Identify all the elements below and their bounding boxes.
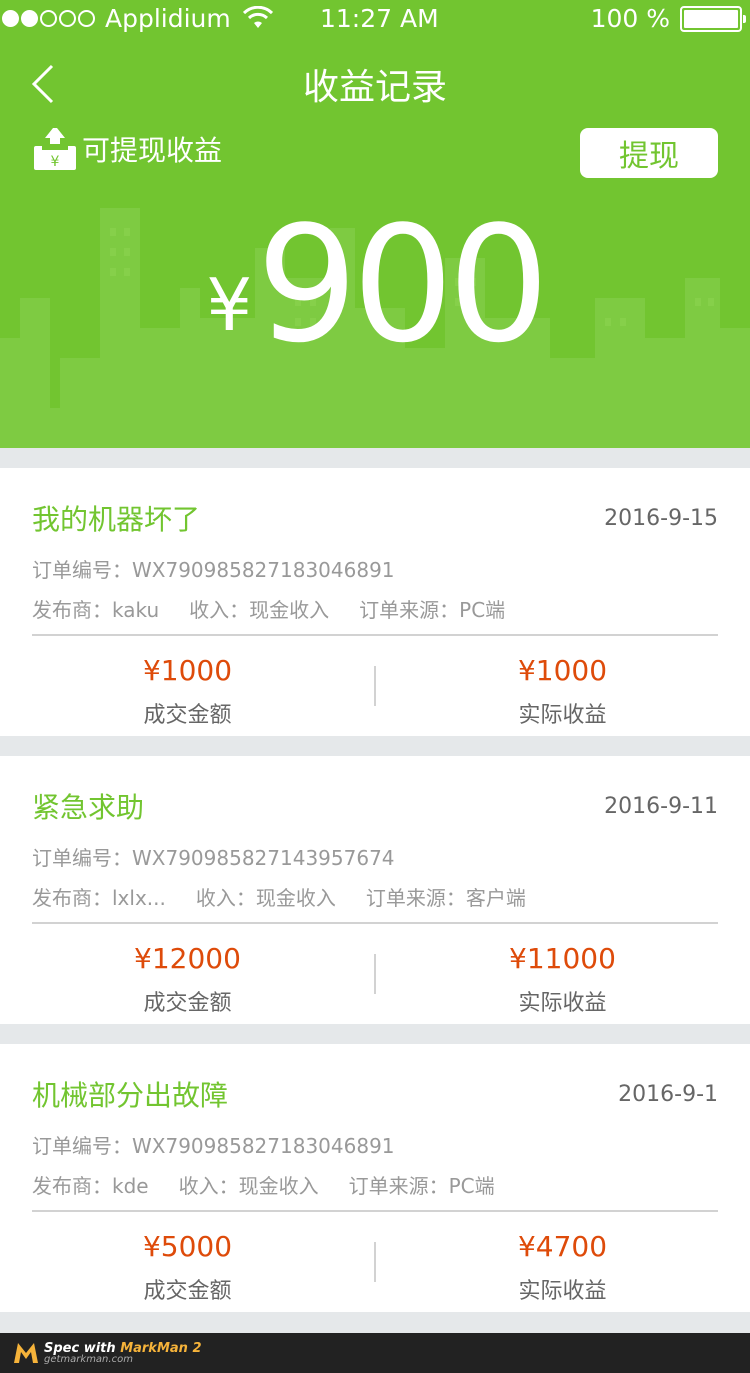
actual-amount-block: ¥4700 实际收益 [375, 1230, 750, 1305]
markman-logo-icon [14, 1343, 38, 1363]
balance-value: 900 [256, 191, 549, 378]
withdrawable-label: 可提现收益 [82, 134, 223, 167]
record-publisher: 发布商：kde [32, 1174, 149, 1198]
deal-amount: ¥5000 [142, 1230, 233, 1263]
record-income-type: 收入：现金收入 [189, 598, 330, 622]
svg-text:¥: ¥ [51, 154, 60, 170]
record-source: 订单来源：客户端 [365, 886, 526, 910]
record-publisher: 发布商：kaku [32, 598, 160, 622]
status-time: 11:27 AM [320, 4, 439, 33]
actual-label: 实际收益 [518, 1279, 607, 1304]
record-order-number: 订单编号：WX790985827183046891 [32, 558, 395, 582]
deal-amount: ¥1000 [142, 654, 233, 687]
record-date: 2016-9-11 [604, 794, 718, 819]
battery-group: 100 % [590, 4, 746, 33]
divider [32, 1210, 718, 1212]
carrier-group: Applidium [2, 4, 231, 33]
record-income-type: 收入：现金收入 [178, 1174, 319, 1198]
record-date: 2016-9-15 [604, 506, 718, 531]
battery-percent: 100 % [590, 4, 670, 33]
wifi-icon [243, 6, 273, 28]
record-meta: 发布商：lxlx... 收入：现金收入 订单来源：客户端 [32, 882, 526, 911]
record-card[interactable]: 紧急求助 2016-9-11 订单编号：WX790985827143957674… [0, 756, 750, 1024]
page-title: 收益记录 [302, 67, 447, 108]
record-date: 2016-9-1 [618, 1082, 718, 1107]
signal-dots-icon [2, 10, 95, 27]
withdraw-button[interactable]: 提现 [580, 128, 718, 178]
deal-amount-block: ¥12000 成交金额 [0, 942, 375, 1017]
tray-upload-icon: ¥ [34, 128, 76, 170]
currency-symbol: ¥ [206, 263, 253, 347]
markman-footer: Spec with MarkMan 2 getmarkman.com [0, 1333, 750, 1373]
withdrawable-label-row: ¥ 可提现收益 [32, 126, 222, 172]
record-title: 机械部分出故障 [32, 1079, 229, 1112]
battery-icon [680, 5, 746, 32]
record-source: 订单来源：PC端 [359, 598, 506, 622]
record-card[interactable]: 我的机器坏了 2016-9-15 订单编号：WX7909858271830468… [0, 468, 750, 736]
actual-label: 实际收益 [518, 703, 607, 728]
record-order-number: 订单编号：WX790985827183046891 [32, 1134, 395, 1158]
record-income-type: 收入：现金收入 [195, 886, 336, 910]
record-title: 紧急求助 [32, 791, 145, 824]
deal-amount: ¥12000 [134, 942, 241, 975]
actual-amount: ¥11000 [509, 942, 616, 975]
record-source: 订单来源：PC端 [348, 1174, 495, 1198]
footer-text: Spec with MarkMan 2 getmarkman.com [44, 1342, 202, 1365]
deal-label: 成交金额 [143, 991, 232, 1016]
balance-amount: ¥ 900 [0, 205, 750, 365]
actual-amount: ¥4700 [517, 1230, 608, 1263]
record-order-number: 订单编号：WX790985827143957674 [32, 846, 395, 870]
deal-label: 成交金额 [143, 703, 232, 728]
status-bar: Applidium 11:27 AM 100 % [0, 0, 750, 40]
deal-label: 成交金额 [143, 1279, 232, 1304]
record-card[interactable]: 机械部分出故障 2016-9-1 订单编号：WX7909858271830468… [0, 1044, 750, 1312]
divider [32, 634, 718, 636]
actual-amount: ¥1000 [517, 654, 608, 687]
record-publisher: 发布商：lxlx... [32, 886, 166, 910]
actual-amount-block: ¥11000 实际收益 [375, 942, 750, 1017]
footer-title: Spec with MarkMan 2 [44, 1340, 202, 1356]
actual-label: 实际收益 [518, 991, 607, 1016]
record-meta: 发布商：kde 收入：现金收入 订单来源：PC端 [32, 1170, 495, 1199]
record-meta: 发布商：kaku 收入：现金收入 订单来源：PC端 [32, 594, 505, 623]
footer-subtitle: getmarkman.com [44, 1353, 133, 1365]
deal-amount-block: ¥5000 成交金额 [0, 1230, 375, 1305]
actual-amount-block: ¥1000 实际收益 [375, 654, 750, 729]
record-title: 我的机器坏了 [32, 503, 201, 536]
deal-amount-block: ¥1000 成交金额 [0, 654, 375, 729]
divider [32, 922, 718, 924]
earnings-header: Applidium 11:27 AM 100 % 收益记录 ¥ 可提现收益 提现… [0, 0, 750, 448]
carrier-name: Applidium [105, 4, 231, 33]
